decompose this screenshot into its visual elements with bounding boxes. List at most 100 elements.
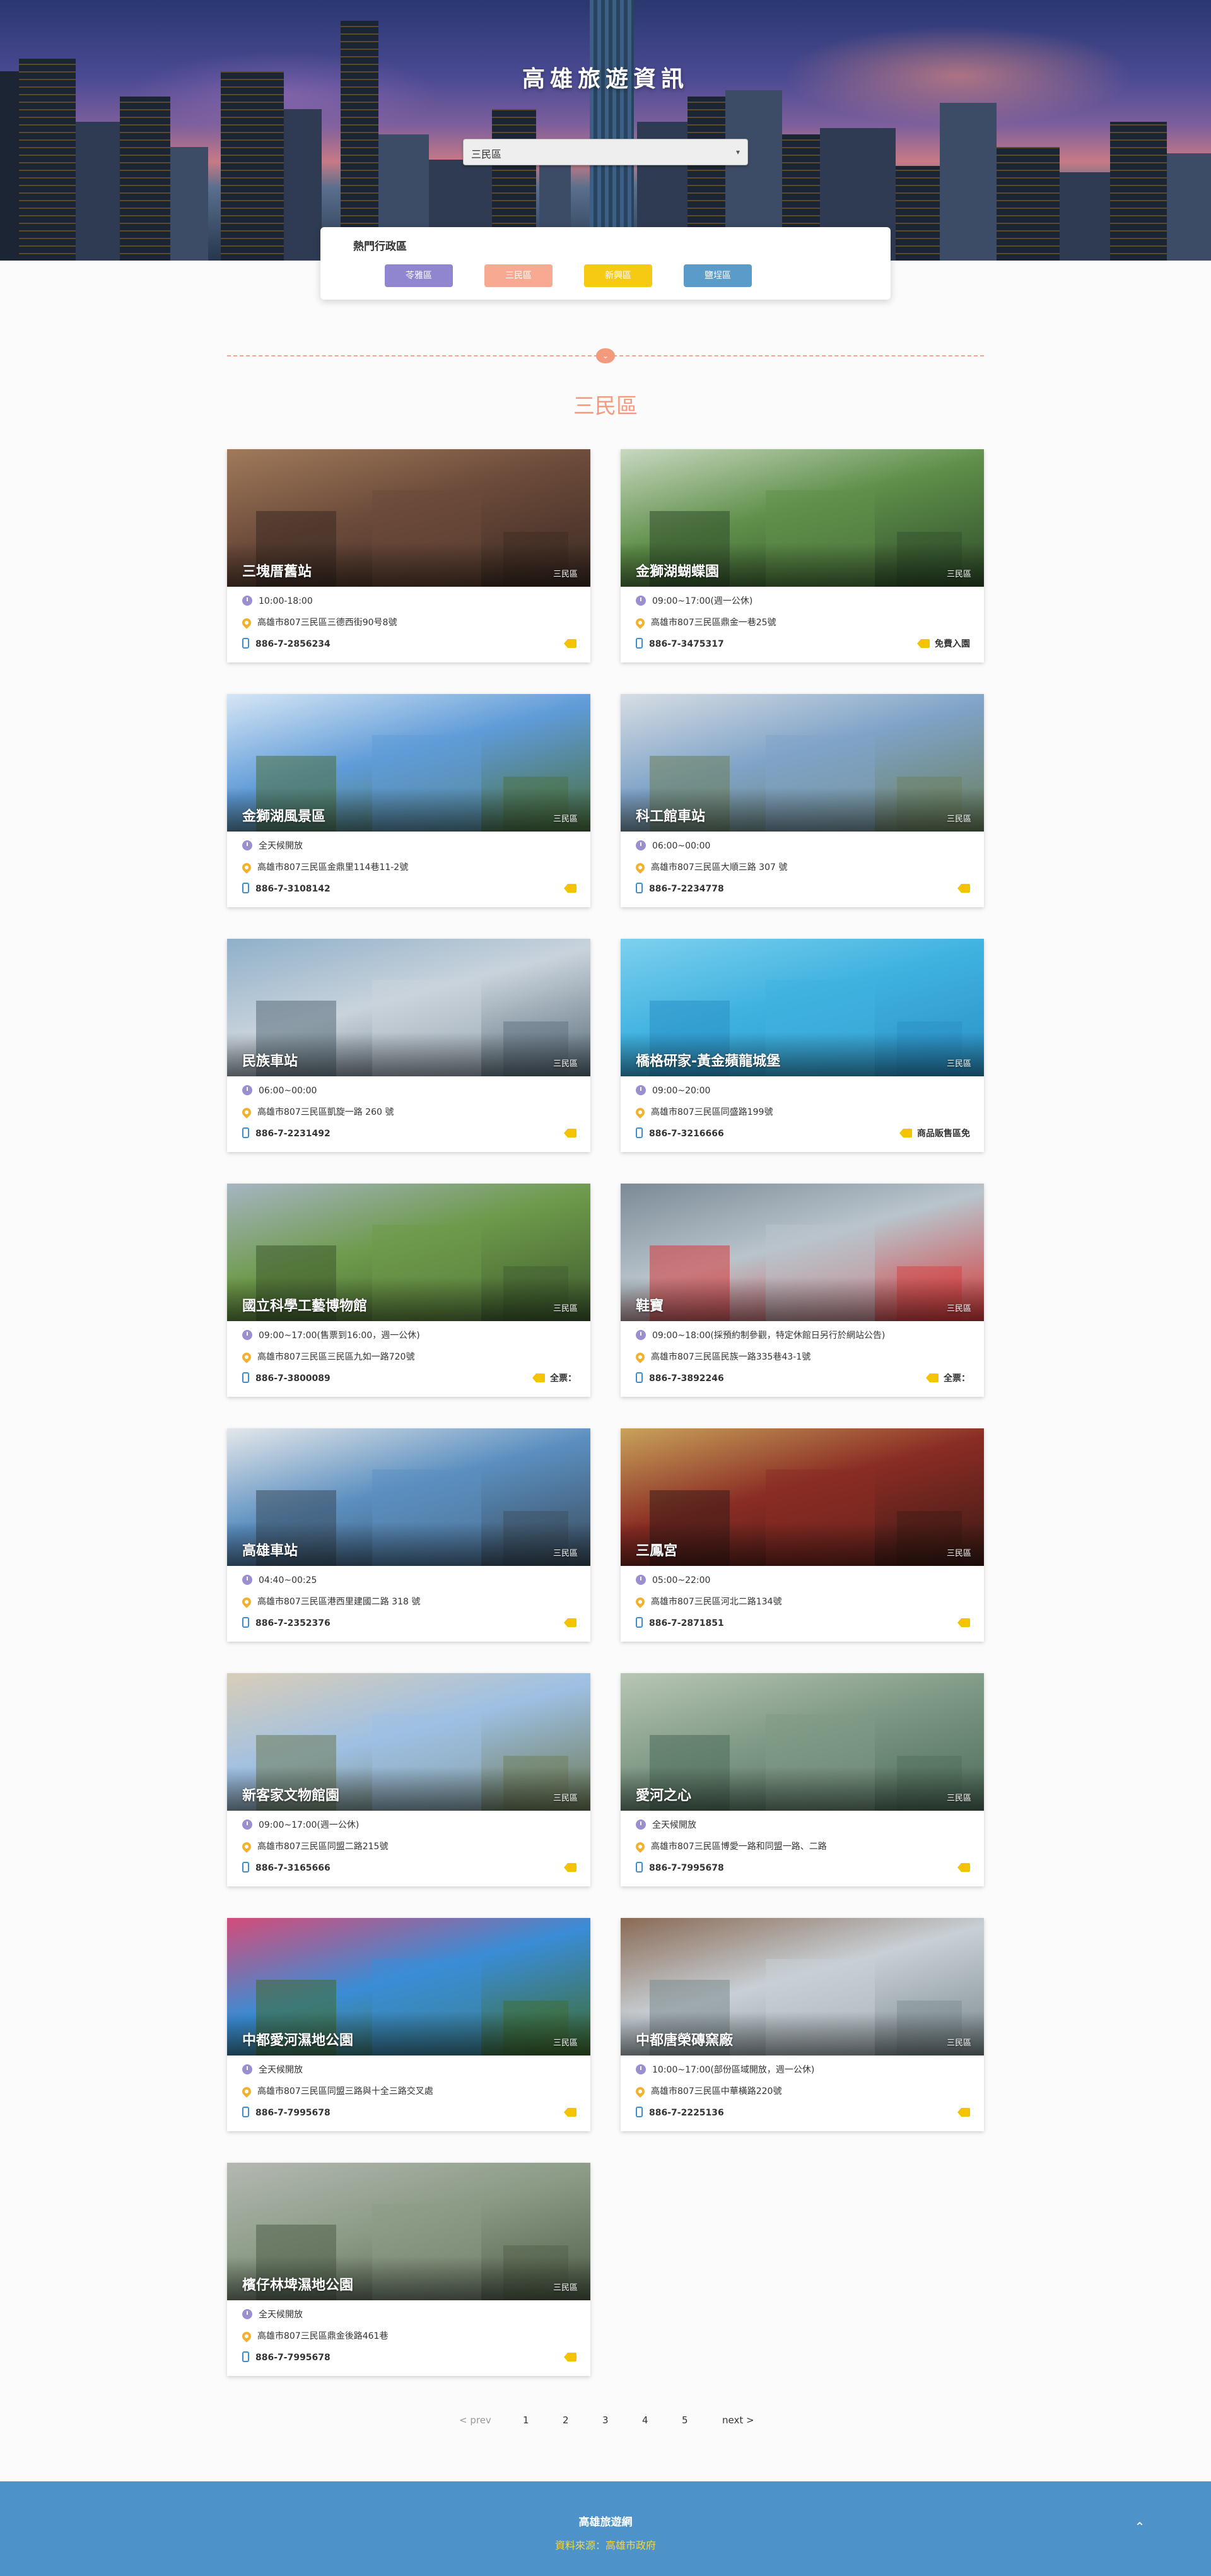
opening-hours: 09:00~20:00	[636, 1084, 710, 1098]
page-link[interactable]: 5	[682, 2414, 688, 2426]
attraction-card[interactable]: 檳仔林埤濕地公園 三民區 全天候開放 高雄市807三民區鼎金後路461巷 886-7-7…	[227, 2163, 590, 2376]
ticket-info	[560, 1861, 576, 1875]
ticket-icon	[899, 1129, 912, 1138]
attraction-card[interactable]: 三鳳宮 三民區 05:00~22:00 高雄市807三民區河北二路134號 886-7-…	[621, 1428, 984, 1642]
hot-district-pill[interactable]: 三民區	[484, 264, 553, 287]
ticket-icon	[564, 884, 576, 893]
clock-icon	[636, 1085, 646, 1095]
ticket-icon	[957, 1863, 970, 1872]
ticket-text: 全票：	[944, 1373, 970, 1384]
footer-title: 高雄旅遊網	[578, 2516, 633, 2529]
attraction-card[interactable]: 金獅湖蝴蝶園 三民區 09:00~17:00(週一公休) 高雄市807三民區鼎金一巷2…	[621, 449, 984, 662]
attraction-photo: 新客家文物館園 三民區	[227, 1673, 590, 1811]
ticket-info	[954, 1616, 970, 1630]
attraction-card[interactable]: 愛河之心 三民區 全天候開放 高雄市807三民區博愛一路和同盟一路、二路 886-7-7…	[621, 1673, 984, 1886]
address-text: 高雄市807三民區同盟二路215號	[257, 1842, 389, 1852]
district-select[interactable]: 三民區 ▾	[463, 139, 748, 165]
map-pin-icon	[634, 1351, 646, 1363]
phone-text: 886-7-3216666	[649, 1129, 724, 1139]
phone: 886-7-3216666	[636, 1127, 724, 1141]
phone: 886-7-7995678	[636, 1861, 724, 1875]
phone-text: 886-7-3108142	[255, 884, 331, 894]
phone-icon	[242, 2351, 249, 2362]
attraction-zone: 三民區	[553, 815, 578, 824]
attraction-card[interactable]: 高雄車站 三民區 04:40~00:25 高雄市807三民區港西里建國二路 318 號…	[227, 1428, 590, 1642]
page-link[interactable]: 2	[563, 2414, 569, 2426]
clock-icon	[242, 2064, 252, 2074]
ticket-icon	[564, 1863, 576, 1872]
address-text: 高雄市807三民區同盛路199號	[651, 1107, 773, 1117]
phone-text: 886-7-3165666	[255, 1863, 331, 1873]
ticket-icon	[926, 1373, 939, 1382]
attraction-card[interactable]: 新客家文物館園 三民區 09:00~17:00(週一公休) 高雄市807三民區同盟二路…	[227, 1673, 590, 1886]
map-pin-icon	[240, 616, 253, 629]
phone-icon	[636, 1617, 643, 1628]
phone-text: 886-7-2234778	[649, 884, 724, 894]
ticket-text: 商品販售區免	[917, 1129, 970, 1139]
hot-district-pill[interactable]: 鹽埕區	[684, 264, 752, 287]
attraction-zone: 三民區	[553, 1549, 578, 1558]
address: 高雄市807三民區同盟三路與十全三路交叉處	[240, 2085, 433, 2098]
attraction-card[interactable]: 民族車站 三民區 06:00~00:00 高雄市807三民區凱旋一路 260 號 886…	[227, 939, 590, 1152]
page-link[interactable]: 3	[602, 2414, 609, 2426]
clock-icon	[242, 1330, 252, 1340]
map-pin-icon	[634, 1840, 646, 1853]
attraction-card[interactable]: 中都唐榮磚窯廠 三民區 10:00~17:00(部份區域開放，週一公休) 高雄市807…	[621, 1918, 984, 2131]
phone: 886-7-7995678	[242, 2351, 331, 2365]
attraction-zone: 三民區	[946, 815, 971, 824]
address: 高雄市807三民區三德西街90号8號	[240, 616, 397, 630]
page-link[interactable]: 1	[523, 2414, 529, 2426]
address-text: 高雄市807三民區金鼎里114巷11-2號	[257, 862, 409, 873]
attraction-name: 金獅湖蝴蝶園	[636, 564, 720, 580]
phone-icon	[242, 638, 249, 649]
phone: 886-7-2234778	[636, 882, 724, 896]
double-chevron-up-icon[interactable]: ⌃	[1131, 2518, 1149, 2536]
clock-icon	[242, 1085, 252, 1095]
phone-icon	[636, 1862, 643, 1873]
attraction-name: 金獅湖風景區	[242, 809, 326, 825]
ticket-icon	[564, 2353, 576, 2361]
address: 高雄市807三民區凱旋一路 260 號	[240, 1105, 394, 1119]
address: 高雄市807三民區同盟二路215號	[240, 1840, 389, 1854]
attraction-zone: 三民區	[553, 1794, 578, 1803]
attraction-zone: 三民區	[946, 1304, 971, 1314]
hot-district-pill[interactable]: 新興區	[584, 264, 652, 287]
ticket-icon	[564, 639, 576, 648]
attraction-photo: 橋格研家-黃金蘋龍城堡 三民區	[621, 939, 984, 1076]
ticket-info	[560, 1127, 576, 1141]
phone-text: 886-7-7995678	[255, 2108, 331, 2118]
opening-hours: 09:00~17:00(週一公休)	[636, 594, 752, 608]
attraction-zone: 三民區	[553, 1304, 578, 1314]
address: 高雄市807三民區鼎金一巷25號	[634, 616, 776, 630]
prev-page-link[interactable]: < prev	[459, 2414, 491, 2426]
address: 高雄市807三民區中華橫路220號	[634, 2085, 781, 2098]
opening-hours-text: 09:00~17:00(售票到16:00，週一公休)	[259, 1331, 420, 1341]
attraction-card[interactable]: 鞋寶 三民區 09:00~18:00(採預約制參觀，特定休館日另行於網站公告) 高雄市…	[621, 1184, 984, 1397]
hot-district-pill[interactable]: 苓雅區	[385, 264, 453, 287]
attraction-photo: 檳仔林埤濕地公園 三民區	[227, 2163, 590, 2300]
ticket-text: 免費入園	[935, 639, 970, 649]
page-link[interactable]: 4	[642, 2414, 648, 2426]
map-pin-icon	[634, 616, 646, 629]
next-page-link[interactable]: next >	[722, 2414, 754, 2426]
attraction-card[interactable]: 三塊厝舊站 三民區 10:00-18:00 高雄市807三民區三德西街90号8號 886…	[227, 449, 590, 662]
phone-icon	[242, 1372, 249, 1383]
attraction-card[interactable]: 科工館車站 三民區 06:00~00:00 高雄市807三民區大順三路 307 號 88…	[621, 694, 984, 907]
ticket-info	[560, 637, 576, 651]
ticket-info	[560, 882, 576, 896]
clock-icon	[242, 1575, 252, 1585]
attraction-zone: 三民區	[553, 2038, 578, 2048]
address-text: 高雄市807三民區大順三路 307 號	[651, 862, 788, 873]
opening-hours: 04:40~00:25	[242, 1573, 317, 1587]
attraction-card[interactable]: 橋格研家-黃金蘋龍城堡 三民區 09:00~20:00 高雄市807三民區同盛路199…	[621, 939, 984, 1152]
address-text: 高雄市807三民區博愛一路和同盟一路、二路	[651, 1842, 827, 1852]
phone: 886-7-7995678	[242, 2106, 331, 2120]
attraction-card[interactable]: 中都愛河濕地公園 三民區 全天候開放 高雄市807三民區同盟三路與十全三路交叉處 886…	[227, 1918, 590, 2131]
opening-hours: 06:00~00:00	[242, 1084, 317, 1098]
attraction-card[interactable]: 國立科學工藝博物館 三民區 09:00~17:00(售票到16:00，週一公休) 高雄…	[227, 1184, 590, 1397]
attraction-photo: 高雄車站 三民區	[227, 1428, 590, 1566]
clock-icon	[636, 596, 646, 606]
attraction-name: 愛河之心	[636, 1788, 692, 1804]
hero-banner: 高雄旅遊資訊 三民區 ▾	[0, 0, 1211, 261]
attraction-card[interactable]: 金獅湖風景區 三民區 全天候開放 高雄市807三民區金鼎里114巷11-2號 886-7…	[227, 694, 590, 907]
